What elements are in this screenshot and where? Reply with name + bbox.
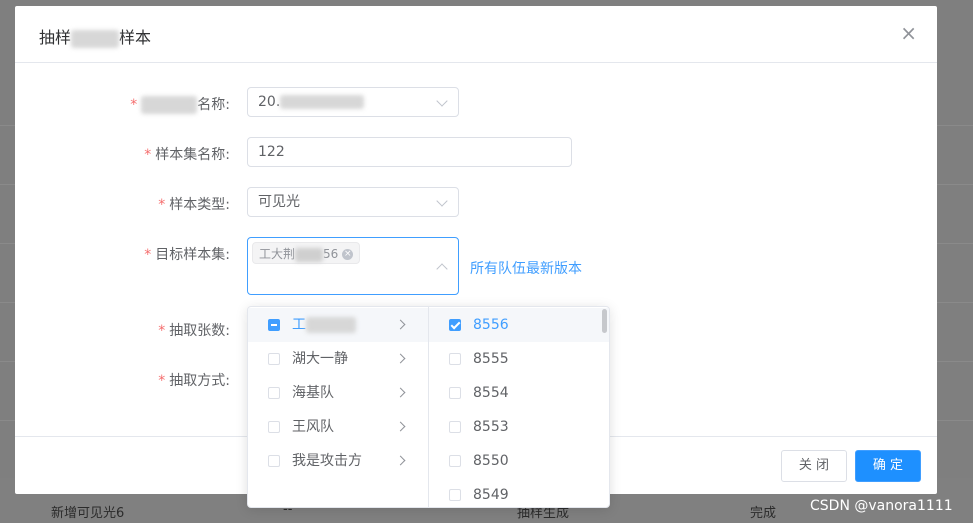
confirm-button[interactable]: 确 定: [855, 450, 921, 482]
chevron-up-icon: [436, 263, 448, 275]
dialog-title-suffix: 样本: [119, 28, 152, 47]
team-label: 工: [292, 308, 356, 342]
field1-value: 20.: [258, 94, 281, 110]
team-label: 湖大一静: [292, 351, 348, 367]
team-label: 海基队: [292, 385, 334, 401]
version-label: 8555: [473, 351, 509, 367]
field6-label-text: 抽取方式:: [169, 373, 230, 389]
redacted-blur: [141, 96, 198, 114]
latest-version-link[interactable]: 所有队伍最新版本: [470, 258, 582, 278]
field2-label: * 样本集名称:: [144, 144, 230, 164]
cascader-version-item[interactable]: 8553: [429, 410, 609, 444]
redacted-blur: [295, 247, 324, 262]
field3-label: * 样本类型:: [158, 194, 230, 214]
cascader-team-item[interactable]: 海基队: [248, 376, 428, 410]
checkbox-indeterminate[interactable]: [268, 319, 280, 331]
field6-label: * 抽取方式:: [158, 370, 230, 390]
version-label: 8550: [473, 453, 509, 469]
close-icon[interactable]: ×: [900, 23, 917, 43]
chevron-down-icon: [436, 195, 448, 207]
version-label: 8556: [473, 317, 509, 333]
field2-label-text: 样本集名称:: [155, 147, 230, 163]
team-label: 我是攻击方: [292, 453, 362, 469]
bg-cell-name: 新增可见光6: [51, 506, 125, 521]
cascader-menu-teams: 工 湖大一静 海基队 王风队 我是攻击方: [248, 307, 429, 507]
required-mark: *: [158, 323, 166, 339]
version-label: 8553: [473, 419, 509, 435]
chevron-right-icon: [395, 455, 406, 466]
cascader-version-item[interactable]: 8549: [429, 478, 609, 507]
field4-label-text: 目标样本集:: [155, 247, 230, 263]
checkbox[interactable]: [449, 353, 461, 365]
redacted-blur: [71, 29, 120, 48]
cascader-team-item[interactable]: 我是攻击方: [248, 444, 428, 478]
target-sample-set-cascader[interactable]: 工大荆 56 ×: [247, 237, 459, 295]
redacted-blur: [280, 95, 365, 109]
field1-select[interactable]: 20.: [247, 87, 459, 117]
field5-label-text: 抽取张数:: [169, 323, 230, 339]
checkbox[interactable]: [449, 489, 461, 501]
chevron-down-icon: [436, 95, 448, 107]
field4-label: * 目标样本集:: [144, 244, 230, 264]
redacted-blur: [306, 317, 356, 333]
checkbox[interactable]: [449, 421, 461, 433]
required-mark: *: [158, 373, 166, 389]
cascader-dropdown: 工 湖大一静 海基队 王风队 我是攻击方 8556 8555 8554 8553…: [247, 306, 610, 508]
checkbox[interactable]: [268, 353, 280, 365]
checkbox[interactable]: [449, 387, 461, 399]
required-mark: *: [144, 247, 152, 263]
dialog-title-prefix: 抽样: [39, 28, 72, 47]
sample-type-select[interactable]: 可见光: [247, 187, 459, 217]
field5-label: * 抽取张数:: [158, 320, 230, 340]
cascader-team-item[interactable]: 湖大一静: [248, 342, 428, 376]
cascader-version-item[interactable]: 8554: [429, 376, 609, 410]
chevron-right-icon: [395, 353, 406, 364]
close-button[interactable]: 关 闭: [781, 450, 847, 482]
dialog-title: 抽样 样本: [39, 24, 151, 48]
dialog-header: 抽样 样本 ×: [15, 6, 937, 63]
bg-cell-status: 完成: [750, 506, 777, 521]
checkbox[interactable]: [268, 421, 280, 433]
checkbox[interactable]: [268, 387, 280, 399]
checkbox[interactable]: [268, 455, 280, 467]
field3-label-text: 样本类型:: [169, 197, 230, 213]
cascader-version-item[interactable]: 8556: [429, 308, 609, 342]
chevron-right-icon: [395, 387, 406, 398]
chevron-right-icon: [395, 319, 406, 330]
scrollbar-thumb[interactable]: [602, 309, 607, 333]
tag-text-prefix: 工大荆: [259, 247, 296, 261]
version-label: 8549: [473, 487, 509, 503]
sample-type-value: 可见光: [258, 194, 300, 210]
watermark: CSDN @vanora1111: [810, 498, 953, 514]
selected-tag: 工大荆 56 ×: [252, 242, 361, 264]
team-label: 王风队: [292, 419, 334, 435]
required-mark: *: [130, 97, 138, 113]
sample-set-name-input[interactable]: 122: [247, 137, 572, 167]
required-mark: *: [158, 197, 166, 213]
cascader-menu-versions: 8556 8555 8554 8553 8550 8549: [429, 307, 609, 507]
cascader-version-item[interactable]: 8550: [429, 444, 609, 478]
checkbox-checked[interactable]: [449, 319, 461, 331]
field1-label: * 名称:: [130, 94, 230, 114]
field1-label-text: 名称:: [197, 97, 230, 113]
required-mark: *: [144, 147, 152, 163]
cascader-team-item[interactable]: 工: [248, 308, 428, 342]
chevron-right-icon: [395, 421, 406, 432]
cascader-version-item[interactable]: 8555: [429, 342, 609, 376]
cascader-team-item[interactable]: 王风队: [248, 410, 428, 444]
tag-text-suffix: 56: [323, 247, 339, 261]
sample-set-name-value: 122: [258, 144, 285, 160]
checkbox[interactable]: [449, 455, 461, 467]
tag-close-icon[interactable]: ×: [342, 249, 354, 260]
version-label: 8554: [473, 385, 509, 401]
